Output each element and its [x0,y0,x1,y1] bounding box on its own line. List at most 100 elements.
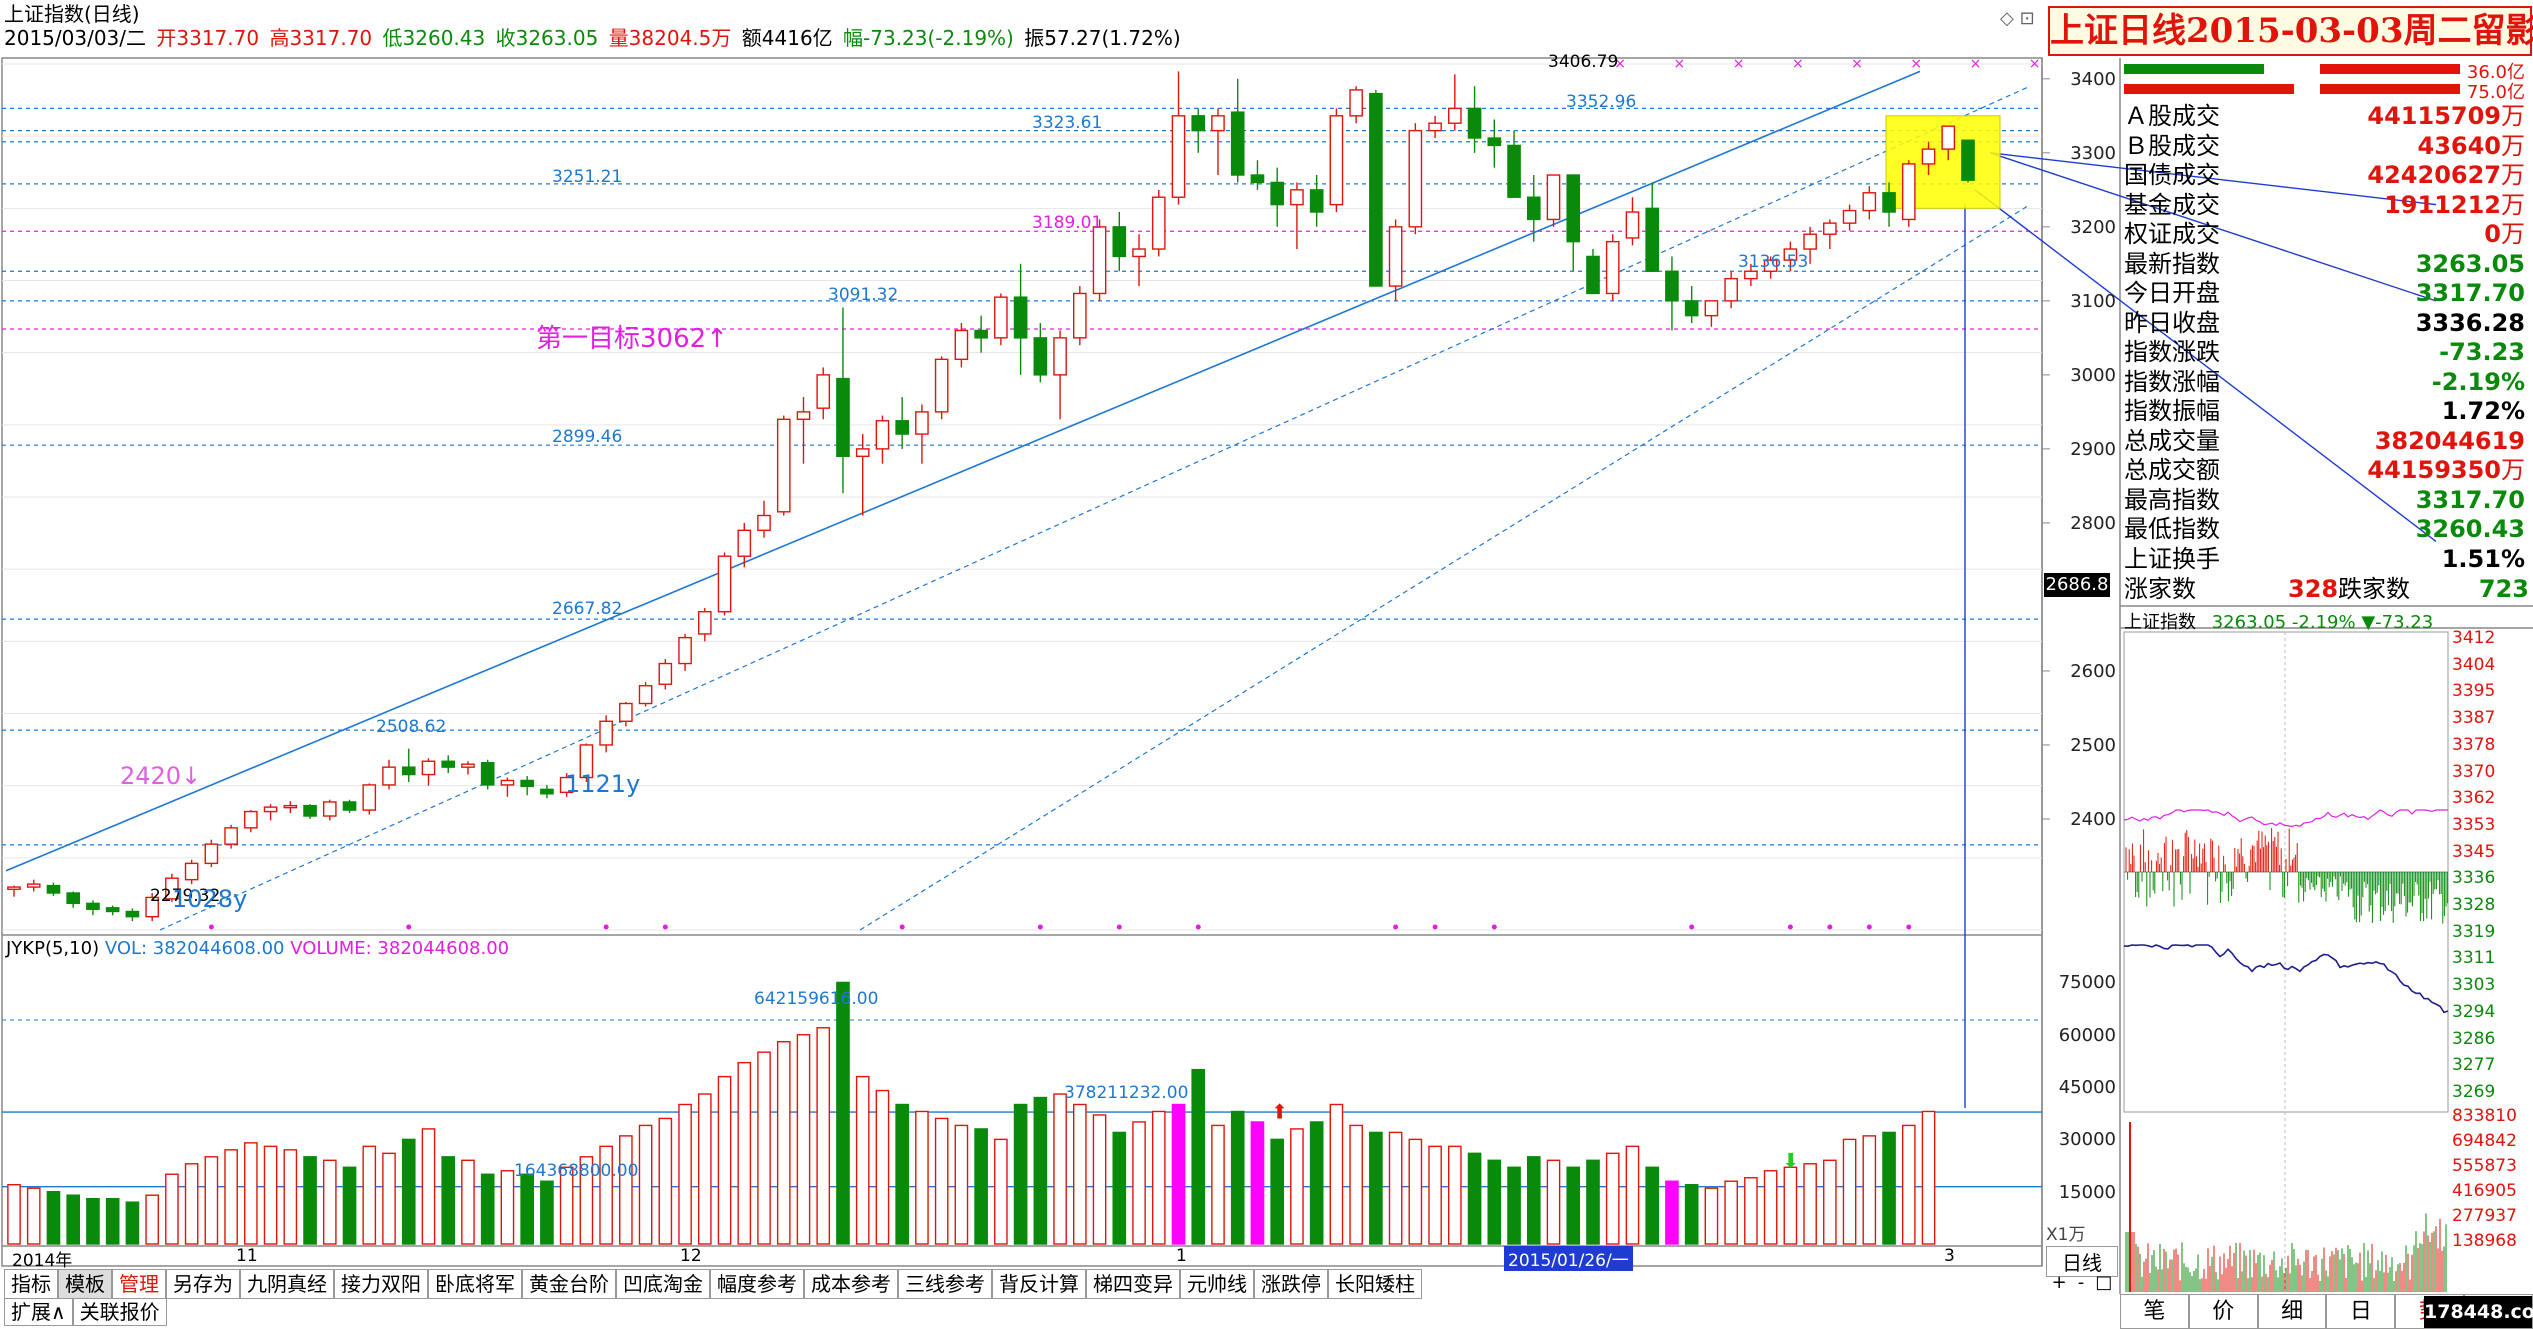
volume-bar[interactable] [1586,1159,1600,1245]
volume-bar[interactable] [1092,1114,1107,1245]
volume-bar[interactable] [1724,1180,1738,1245]
volume-bar[interactable] [125,1201,140,1245]
volume-bar[interactable] [263,1145,278,1245]
indicator-tab[interactable]: 接力双阳 [334,1269,428,1299]
zoom-out-button[interactable]: - [2078,1272,2085,1293]
candle[interactable] [1448,74,1462,131]
volume-bar[interactable] [1112,1131,1127,1245]
candle[interactable] [1487,119,1502,168]
volume-bar[interactable] [145,1194,159,1245]
volume-bar[interactable] [1408,1138,1423,1245]
tab-trades[interactable]: 笔 [2120,1294,2189,1329]
candle[interactable] [1053,330,1067,420]
volume-bar[interactable] [1901,1124,1916,1245]
volume-bar[interactable] [1862,1135,1877,1245]
candle[interactable] [1230,78,1245,183]
candle[interactable] [1309,175,1324,227]
volume-bar[interactable] [1132,1121,1146,1245]
candle[interactable] [934,356,949,420]
candle[interactable] [382,759,396,790]
candle[interactable] [46,882,61,896]
volume-bar[interactable] [1072,1103,1087,1245]
zoom-in-button[interactable]: + [2052,1272,2067,1293]
candle[interactable] [1546,174,1561,227]
indicator-name[interactable]: JYKP(5,10) [6,938,99,959]
candle[interactable] [1112,212,1127,272]
candle[interactable] [1823,219,1837,250]
indicator-tab[interactable]: 梯四变异 [1086,1269,1180,1299]
volume-bar[interactable] [816,1027,831,1245]
candle[interactable] [776,415,791,516]
candle[interactable] [66,891,81,908]
volume-bar[interactable] [895,1103,910,1245]
volume-bar[interactable] [1270,1138,1285,1245]
candle[interactable] [105,905,120,916]
candle[interactable] [1566,174,1581,272]
volume-bar[interactable] [1704,1187,1719,1245]
candle[interactable] [1349,86,1363,124]
volume-bar[interactable] [1467,1152,1482,1245]
volume-bar[interactable] [500,1170,515,1245]
indicator-tab[interactable]: 模板 [58,1269,112,1299]
candle[interactable] [204,839,219,868]
candle[interactable] [520,776,534,796]
volume-bar[interactable] [244,1142,258,1245]
volume-bar[interactable] [66,1194,81,1245]
candle[interactable] [1605,234,1620,301]
volume-bar[interactable] [1171,1103,1186,1245]
volume-bar[interactable] [1388,1131,1403,1245]
candle[interactable] [1151,189,1166,257]
volume-bar[interactable] [520,1173,534,1245]
volume-bar[interactable] [480,1173,495,1245]
candle[interactable] [974,315,988,353]
volume-bar[interactable] [1921,1110,1936,1245]
volume-bar[interactable] [1309,1121,1324,1245]
candle[interactable] [1586,249,1600,295]
volume-bar[interactable] [7,1184,21,1245]
volume-bar[interactable] [776,1041,791,1245]
indicator-tab[interactable]: 指标 [4,1269,58,1299]
volume-bar[interactable] [1684,1184,1699,1245]
volume-bar[interactable] [1803,1163,1817,1245]
volume-bar[interactable] [1053,1093,1067,1245]
indicator-tab[interactable]: 凹底淘金 [616,1269,710,1299]
candle[interactable] [1961,139,1975,183]
volume-bar[interactable] [1211,1124,1225,1245]
candle[interactable] [638,682,653,707]
candle[interactable] [1171,71,1186,205]
volume-bar[interactable] [1329,1103,1344,1245]
volume-bar[interactable] [322,1159,337,1245]
volume-bar[interactable] [1448,1145,1462,1245]
candle[interactable] [1191,108,1206,153]
candle[interactable] [1072,286,1087,346]
volume-bar[interactable] [224,1149,238,1245]
volume-bar[interactable] [1349,1124,1363,1245]
candle[interactable] [1467,86,1482,153]
volume-bar[interactable] [796,1034,811,1245]
candle[interactable] [1132,234,1146,287]
volume-bar[interactable] [1507,1166,1521,1245]
volume-bar[interactable] [638,1124,653,1245]
volume-bar[interactable] [1645,1166,1660,1245]
candle[interactable] [875,415,890,464]
volume-bar[interactable] [974,1128,988,1245]
candle[interactable] [441,755,456,774]
candle[interactable] [1329,108,1344,213]
volume-bar[interactable] [678,1103,692,1245]
volume-bar[interactable] [1369,1131,1383,1245]
indicator-tab[interactable]: 卧底将军 [428,1269,522,1299]
volume-bar[interactable] [1744,1177,1758,1245]
candle[interactable] [1270,167,1285,227]
volume-bar[interactable] [46,1190,61,1245]
candle[interactable] [757,500,771,538]
candle[interactable] [1033,323,1048,383]
candle[interactable] [1250,160,1265,190]
volume-bar[interactable] [204,1156,219,1245]
candle[interactable] [263,804,278,821]
candle[interactable] [500,777,515,797]
volume-bar[interactable] [105,1197,120,1245]
volume-bar[interactable] [1013,1103,1028,1245]
tab-daily[interactable]: 日 [2326,1294,2396,1329]
volume-bar[interactable] [1605,1152,1620,1245]
volume-bar[interactable] [954,1124,969,1245]
